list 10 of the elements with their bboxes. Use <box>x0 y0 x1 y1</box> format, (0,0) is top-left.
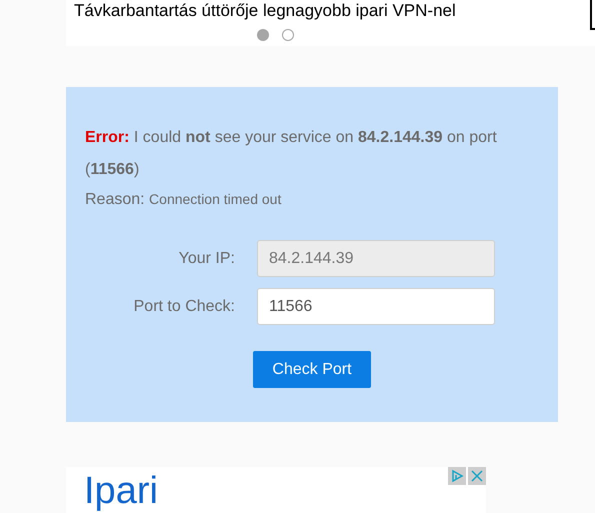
carousel-caption: Távkarbantartás úttörője legnagyobb ipari VPN-nel <box>74 0 456 21</box>
ad-info-icon[interactable] <box>448 467 466 485</box>
field-label: Port to Check: <box>132 296 235 316</box>
reason-text: Reason: Connection timed out <box>85 190 282 210</box>
field-label: Your IP: <box>178 248 235 268</box>
check-port-button[interactable]: Check Port <box>253 351 371 388</box>
ad-headline: Ipari <box>84 471 158 511</box>
input-field[interactable]: 11566 <box>257 288 495 325</box>
error-message: Error: I could not see your service on 84.2.144.39 on port (11566) <box>85 128 498 180</box>
close-icon[interactable] <box>468 467 486 485</box>
